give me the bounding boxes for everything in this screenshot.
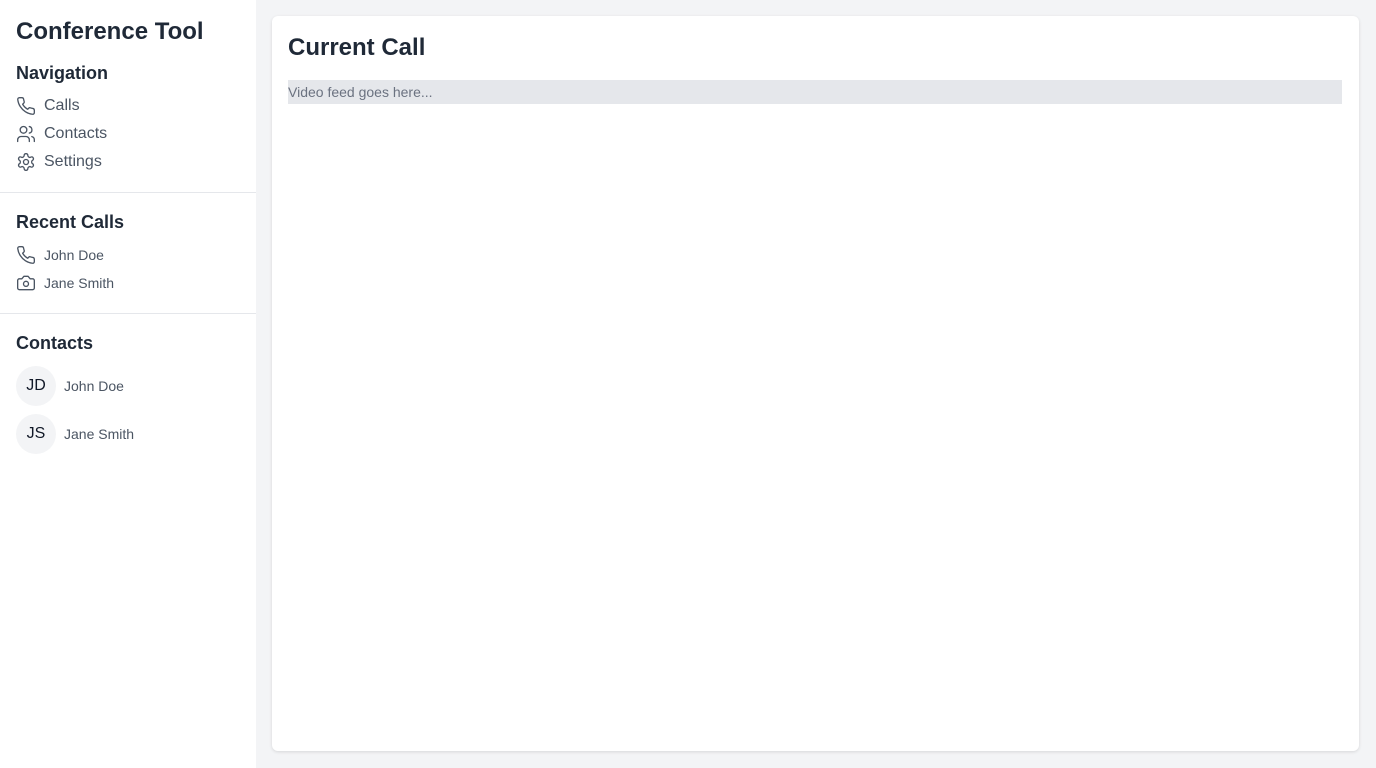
nav-item-label: Contacts xyxy=(44,125,108,142)
nav-item-settings[interactable]: Settings xyxy=(16,148,240,176)
recent-call-item[interactable]: John Doe xyxy=(16,241,240,269)
sidebar: Conference Tool Navigation Calls Contact… xyxy=(0,0,256,768)
nav-item-contacts[interactable]: Contacts xyxy=(16,120,240,148)
nav-item-label: Calls xyxy=(44,97,80,114)
navigation-heading: Navigation xyxy=(16,63,109,83)
navigation-section: Conference Tool Navigation Calls Contact… xyxy=(0,0,256,192)
phone-icon xyxy=(16,96,36,116)
contacts-heading: Contacts xyxy=(16,333,94,353)
main-content: Current Call Video feed goes here... xyxy=(256,0,1376,768)
recent-calls-section: Recent Calls John Doe Jane Smith xyxy=(0,192,256,313)
recent-call-item[interactable]: Jane Smith xyxy=(16,269,240,297)
avatar: JS xyxy=(16,414,56,454)
gear-icon xyxy=(16,152,36,172)
users-icon xyxy=(16,124,36,144)
current-call-card: Current Call Video feed goes here... xyxy=(272,16,1359,751)
recent-call-name: Jane Smith xyxy=(44,275,115,291)
nav-item-label: Settings xyxy=(44,153,102,170)
app-title: Conference Tool xyxy=(16,18,204,45)
camera-icon xyxy=(16,273,36,293)
contact-name: John Doe xyxy=(64,378,124,394)
contacts-section: Contacts JD John Doe JS Jane Smith xyxy=(0,313,256,474)
contact-name: Jane Smith xyxy=(64,426,135,442)
video-feed[interactable]: Video feed goes here... xyxy=(288,80,1342,104)
avatar: JD xyxy=(16,366,56,406)
contact-item[interactable]: JD John Doe xyxy=(16,362,240,410)
app-root: Conference Tool Navigation Calls Contact… xyxy=(0,0,1376,768)
phone-icon xyxy=(16,245,36,265)
recent-calls-heading: Recent Calls xyxy=(16,212,125,232)
contact-item[interactable]: JS Jane Smith xyxy=(16,410,240,458)
nav-item-calls[interactable]: Calls xyxy=(16,92,240,120)
recent-call-name: John Doe xyxy=(44,247,104,263)
page-title: Current Call xyxy=(288,34,426,61)
